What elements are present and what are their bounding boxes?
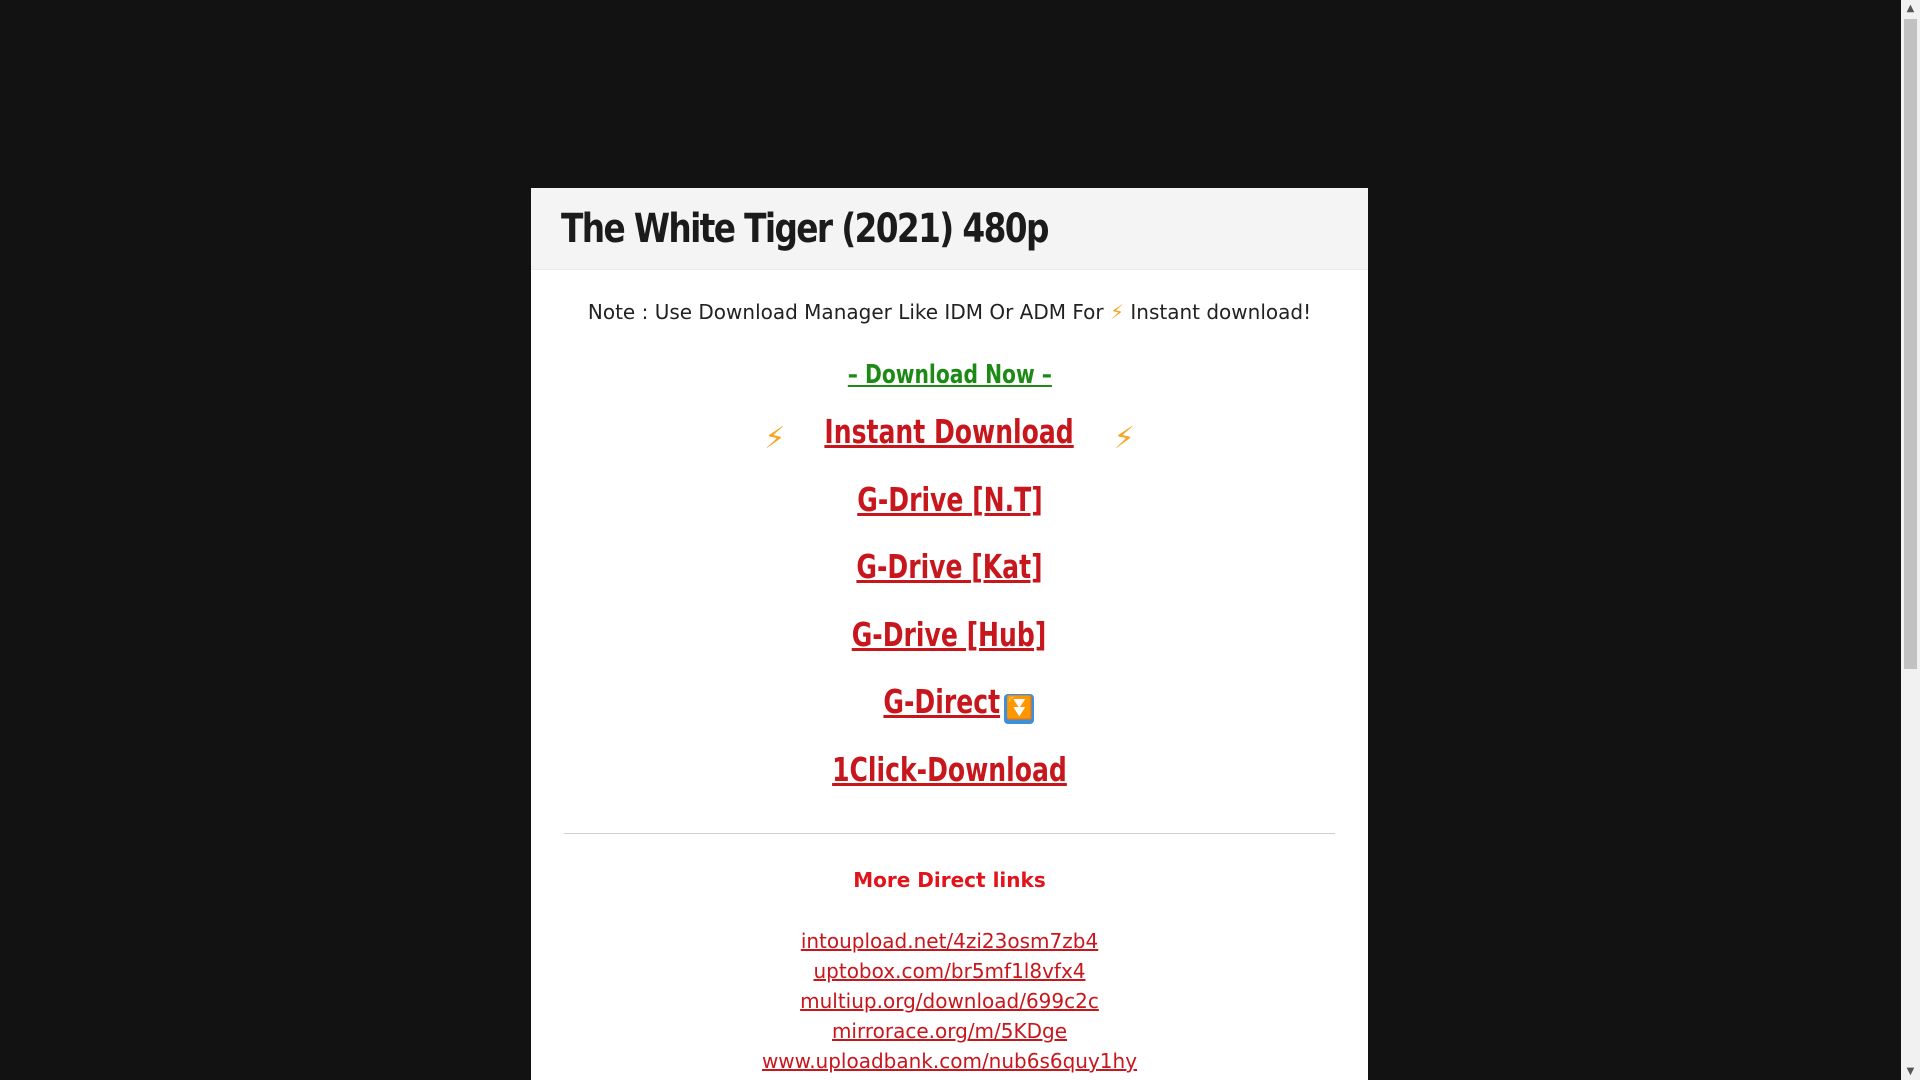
gdrive-kat-row: G-Drive [Kat] <box>531 547 1368 586</box>
mirror-link-multiup[interactable]: multiup.org/download/699c2c <box>800 989 1099 1013</box>
oneclick-row: 1Click-Download <box>531 750 1368 789</box>
page-title: The White Tiger (2021) 480p <box>561 205 1049 252</box>
more-links-heading: More Direct links <box>853 868 1046 892</box>
lightning-bolt-icon: ⚡ <box>1113 421 1135 456</box>
download-now-row: – Download Now – <box>531 360 1368 390</box>
mirror-link-mirrorace[interactable]: mirrorace.org/m/5KDge <box>832 1019 1067 1043</box>
list-item: multiup.org/download/699c2c <box>531 986 1368 1016</box>
gdrive-nt-row: G-Drive [N.T] <box>531 480 1368 519</box>
scroll-up-arrow-icon[interactable]: ▲ <box>1901 0 1920 17</box>
mirror-link-intoupload[interactable]: intoupload.net/4zi23osm7zb4 <box>801 929 1098 953</box>
download-card: The White Tiger (2021) 480p Note : Use D… <box>531 188 1368 1080</box>
lightning-bolt-icon: ⚡ <box>1109 300 1125 324</box>
lightning-bolt-icon: ⚡ <box>764 421 786 456</box>
divider <box>564 833 1335 834</box>
page-viewport: The White Tiger (2021) 480p Note : Use D… <box>0 0 1901 1080</box>
list-item: uptobox.com/br5mf1l8vfx4 <box>531 956 1368 986</box>
mirror-link-uptobox[interactable]: uptobox.com/br5mf1l8vfx4 <box>813 959 1085 983</box>
note-prefix: Note : Use Download Manager Like IDM Or … <box>587 300 1110 324</box>
list-item: mirrorace.org/m/5KDge <box>531 1016 1368 1046</box>
list-item: intoupload.net/4zi23osm7zb4 <box>531 926 1368 956</box>
note-suffix: Instant download! <box>1124 300 1312 324</box>
scrollbar-thumb[interactable] <box>1904 19 1917 669</box>
mirror-list: intoupload.net/4zi23osm7zb4 uptobox.com/… <box>531 926 1368 1076</box>
gdrive-hub-link[interactable]: G-Drive [Hub] <box>852 615 1047 654</box>
fast-down-arrow-icon[interactable]: ⏬ <box>1004 693 1035 724</box>
mirror-link-uploadbank[interactable]: www.uploadbank.com/nub6s6quy1hy <box>762 1049 1137 1073</box>
list-item: www.uploadbank.com/nub6s6quy1hy <box>531 1046 1368 1076</box>
gdrive-kat-link[interactable]: G-Drive [Kat] <box>856 547 1042 586</box>
instant-download-row: ⚡ Instant Download ⚡ <box>531 412 1368 456</box>
scroll-down-arrow-icon[interactable]: ▼ <box>1901 1063 1920 1080</box>
card-header: The White Tiger (2021) 480p <box>531 188 1368 270</box>
gdirect-link[interactable]: G-Direct <box>883 682 1000 721</box>
gdrive-hub-row: G-Drive [Hub] <box>531 615 1368 654</box>
download-now-link[interactable]: – Download Now – <box>847 360 1051 390</box>
oneclick-download-link[interactable]: 1Click-Download <box>832 750 1067 789</box>
scrollbar[interactable]: ▲ ▼ <box>1901 0 1920 1080</box>
gdirect-row: G-Direct ⏬ <box>531 682 1368 724</box>
gdrive-nt-link[interactable]: G-Drive [N.T] <box>857 480 1042 519</box>
download-note: Note : Use Download Manager Like IDM Or … <box>531 300 1368 324</box>
instant-download-link[interactable]: Instant Download <box>825 412 1074 451</box>
